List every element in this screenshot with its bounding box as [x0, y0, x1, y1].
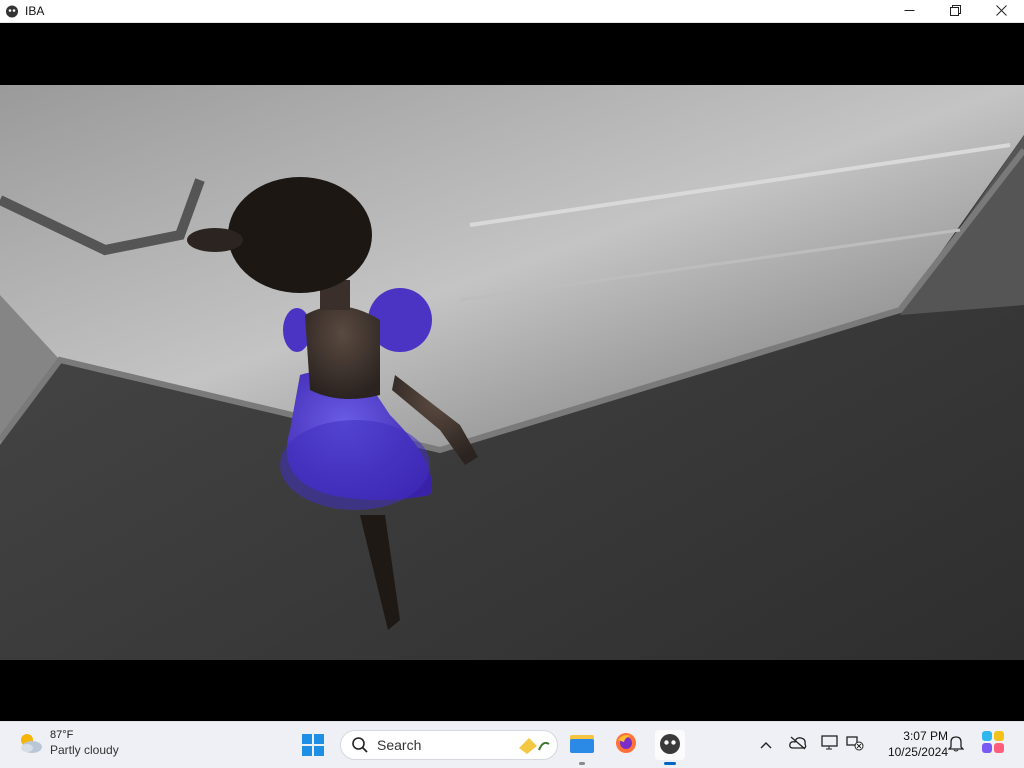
display-icon: [821, 734, 839, 756]
iba-game-icon: [658, 731, 682, 760]
taskbar-file-explorer[interactable]: [567, 730, 597, 765]
clock-time: 3:07 PM: [903, 729, 948, 743]
close-icon: [995, 3, 1007, 21]
search-icon: [351, 736, 369, 754]
bell-icon: [947, 734, 965, 757]
game-viewport[interactable]: [0, 23, 1024, 721]
network-tray-button[interactable]: [845, 735, 865, 755]
game-scene: [0, 85, 1024, 660]
restore-button[interactable]: [932, 0, 978, 23]
restore-icon: [949, 3, 961, 21]
taskbar-iba-game[interactable]: [655, 730, 685, 765]
taskbar-firefox[interactable]: [611, 730, 641, 760]
search-label: Search: [377, 737, 422, 753]
file-explorer-icon: [569, 732, 595, 759]
weather-description: Partly cloudy: [50, 743, 119, 757]
taskbar: 87°F Partly cloudy Search 3:07 PM 10/25/…: [0, 721, 1024, 768]
copilot-button[interactable]: [980, 729, 1006, 760]
chevron-up-icon: [760, 736, 772, 754]
show-hidden-icons-button[interactable]: [756, 735, 776, 755]
title-bar: IBA: [0, 0, 1024, 23]
weather-temperature: 87°F: [50, 729, 74, 741]
display-tray-button[interactable]: [820, 734, 840, 756]
onedrive-tray-button[interactable]: [788, 735, 808, 755]
clock[interactable]: 3:07 PM 10/25/2024: [872, 728, 948, 760]
copilot-icon: [980, 729, 1006, 760]
active-indicator: [664, 762, 676, 765]
search-box[interactable]: Search: [340, 730, 558, 760]
windows-logo-icon: [300, 734, 326, 762]
weather-widget[interactable]: 87°F Partly cloudy: [16, 728, 119, 758]
notifications-button[interactable]: [946, 735, 966, 755]
partly-cloudy-icon: [16, 729, 44, 757]
close-button[interactable]: [978, 0, 1024, 23]
minimize-icon: [904, 3, 915, 21]
start-button[interactable]: [300, 732, 326, 758]
cloud-off-icon: [789, 736, 807, 755]
network-off-icon: [846, 735, 864, 756]
app-icon: [5, 4, 19, 18]
running-indicator: [579, 762, 585, 765]
clock-date: 10/25/2024: [887, 745, 948, 759]
minimize-button[interactable]: [886, 0, 932, 23]
firefox-icon: [614, 731, 638, 760]
window-title: IBA: [25, 4, 45, 18]
search-highlight-icon: [511, 734, 551, 756]
